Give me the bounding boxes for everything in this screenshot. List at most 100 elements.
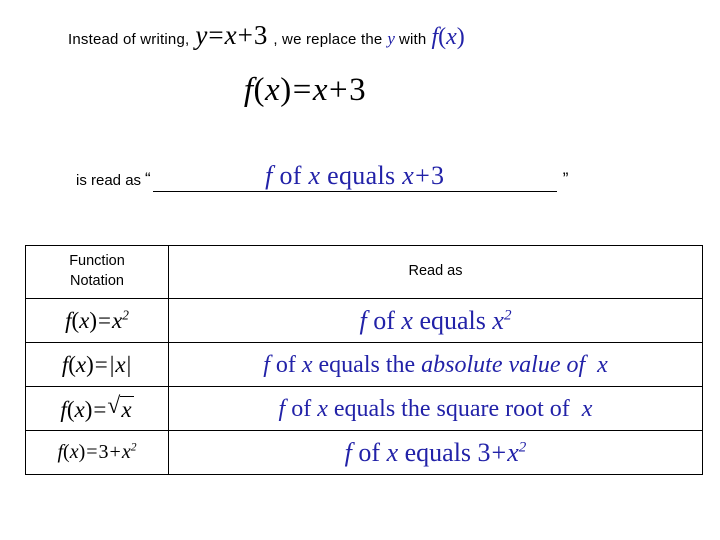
r3-radicand: x [120,395,134,422]
blank-var: x [308,161,321,190]
r2-read-phrase: absolute value of [421,351,586,378]
cell-read-as: f of x equals 3+x2 [168,430,703,475]
cell-read-as: f of x equals the absolute value of x [168,342,703,387]
r4-read-equals: equals [404,438,472,467]
r1-read-of: of [373,306,395,335]
intro-with-text: with [398,31,427,48]
cell-read-as: f of x equals the square root of x [168,386,703,431]
blank-of: of [279,161,302,190]
r3-read-equals: equals [333,395,396,422]
header-function-notation-line1: Function [69,253,125,270]
r2-equals: = [94,352,108,377]
fill-in-blank-answer: f of x equals x+3 [265,161,444,190]
r4-read-const: 3 [477,438,491,467]
main-eq-equals: = [292,72,312,108]
intro-mid-text: , we replace the [273,31,383,48]
blank-equals: equals [327,161,396,190]
r2-close-paren: ) [86,352,94,377]
r4-read-f: f [344,438,352,467]
main-equation: f(x)=x+3 [244,72,366,108]
r2-abs-bar-right: | [126,352,132,377]
header-function-notation: Function Notation [25,245,169,299]
r4-read-plus: + [491,438,507,467]
r1-equals: = [98,308,112,333]
r4-open-paren: ( [63,441,70,463]
intro-sentence: Instead of writing, y=x+3 , we replace t… [68,20,708,60]
table-row: f(x)=3+x2 f of x equals 3+x2 [25,430,703,475]
r4-read-of: of [358,438,381,467]
cell-notation: f(x)=|x| [25,342,169,387]
r2-rhs-var: x [115,352,126,377]
r2-read-of: of [275,351,296,378]
read-as-lead-text: is read as [76,172,142,189]
main-eq-const: 3 [349,72,367,108]
main-equation-row: f(x)=x+3 [0,72,720,109]
main-eq-plus: + [328,72,349,108]
r4-read-var: x [386,438,399,467]
r1-var: x [79,308,90,333]
r4-exponent: 2 [130,440,137,454]
read-as-expression-2: f of x equals the absolute value of x [263,352,608,378]
cell-notation: f(x)=3+x2 [25,430,169,475]
r4-read-rhs-var: x [507,438,519,467]
intro-fx-var: x [446,24,457,50]
blank-plus: + [415,161,431,190]
read-as-fill-in-line: is read as “ f of x equals x+3 ” [76,160,716,200]
table-row: f(x)=x2 f of x equals x2 [25,298,703,343]
cell-notation: f(x)=x2 [25,298,169,343]
table-header-row: Function Notation Read as [25,245,703,299]
r2-var: x [75,352,87,377]
blank-rhs-var: x [402,161,415,190]
fill-in-blank[interactable]: f of x equals x+3 [152,160,557,192]
table-row: f(x)=|x| f of x equals the absolute valu… [25,342,703,387]
blank-const: 3 [431,161,445,190]
r1-read-exponent: 2 [503,307,512,324]
r2-read-f: f [263,351,270,378]
blank-f: f [265,161,273,190]
header-read-as: Read as [168,245,703,299]
notation-expression-2: f(x)=|x| [62,352,132,377]
read-as-expression-4: f of x equals 3+x2 [345,438,527,467]
read-as-expression-1: f of x equals x2 [360,306,512,335]
r4-plus: + [109,441,121,463]
main-eq-f: f [243,72,254,108]
r1-open-paren: ( [71,308,80,333]
intro-eq-rhs-var: x [224,20,237,50]
notation-expression-3: f(x)=x [60,393,134,422]
r1-read-rhs-var: x [492,306,504,335]
header-function-notation-line2: Notation [69,273,124,289]
cell-read-as: f of x equals x2 [168,298,703,343]
r3-read-var: x [317,395,328,422]
intro-eq-lhs: y [195,20,208,50]
r4-const: 3 [98,441,109,463]
main-eq-rhs-var: x [312,72,328,108]
cell-notation: f(x)=x [25,386,169,431]
intro-eq-const: 3 [253,20,268,50]
r4-read-exponent: 2 [518,439,527,456]
main-eq-close-paren: ) [280,72,292,108]
r2-read-equals: equals [318,351,380,378]
intro-fx-open-paren: ( [438,24,447,50]
notation-expression-4: f(x)=3+x2 [57,441,136,463]
notation-expression-1: f(x)=x2 [65,308,129,333]
main-eq-var: x [265,72,281,108]
r1-read-equals: equals [419,306,486,335]
opening-quote: “ [145,169,151,188]
r1-read-f: f [359,306,367,335]
main-eq-open-paren: ( [253,72,266,108]
r1-exponent: 2 [122,307,129,323]
r3-read-of: of [291,395,312,422]
r2-read-the: the [385,351,416,378]
read-as-expression-3: f of x equals the square root of x [279,396,593,422]
intro-equation-y: y=x+3 [189,20,273,51]
r3-var: x [74,396,85,422]
r3-read-the: the [401,395,431,422]
intro-eq-equals: = [208,20,224,50]
intro-eq-plus: + [237,20,253,50]
r2-read-tail-var: x [597,351,608,378]
r4-equals: = [86,441,98,463]
intro-y-variable: y [387,29,395,48]
r1-rhs-var: x [112,308,123,333]
r2-open-paren: ( [68,352,76,377]
r1-close-paren: ) [89,308,98,333]
